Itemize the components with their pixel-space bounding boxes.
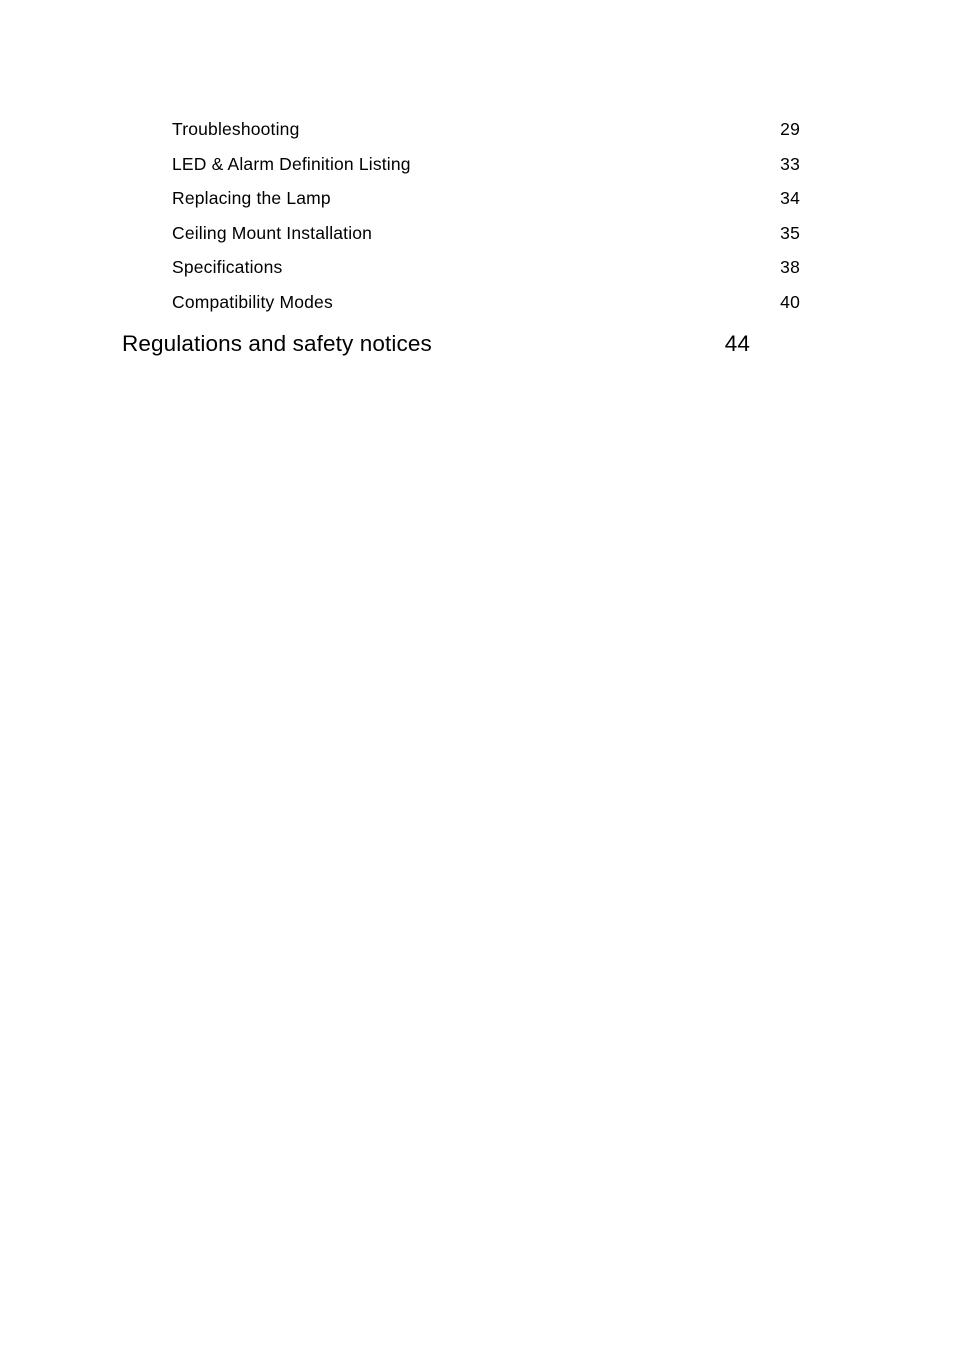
table-of-contents: Troubleshooting 29 LED & Alarm Definition … — [122, 112, 800, 361]
toc-entry-page-number: 38 — [780, 257, 800, 278]
toc-entry-page-number: 44 — [724, 330, 750, 356]
toc-entry-title: Specifications — [172, 257, 283, 278]
toc-entry[interactable]: Regulations and safety notices 44 — [122, 327, 750, 361]
toc-entry-page-number: 29 — [780, 119, 800, 139]
toc-entry-title: Replacing the Lamp — [172, 188, 331, 209]
toc-entry[interactable]: Troubleshooting 29 — [122, 112, 800, 147]
toc-entry-title: Regulations and safety notices — [122, 330, 432, 356]
document-page: Troubleshooting 29 LED & Alarm Definition … — [0, 0, 954, 1369]
toc-entry-title: Troubleshooting — [172, 119, 300, 139]
toc-entry-page-number: 40 — [780, 291, 800, 312]
toc-entry[interactable]: Ceiling Mount Installation 35 — [122, 216, 800, 251]
toc-entry[interactable]: Compatibility Modes 40 — [122, 285, 800, 320]
toc-entry[interactable]: Replacing the Lamp 34 — [122, 181, 800, 216]
toc-entry-title: Ceiling Mount Installation — [172, 222, 373, 243]
toc-entry-title: LED & Alarm Definition Listing — [172, 153, 411, 174]
toc-entry-page-number: 35 — [780, 222, 800, 243]
toc-entry-page-number: 33 — [780, 153, 800, 174]
toc-entry-page-number: 34 — [780, 188, 800, 209]
toc-entry-title: Compatibility Modes — [172, 291, 333, 312]
toc-entry[interactable]: LED & Alarm Definition Listing 33 — [122, 147, 800, 182]
toc-entry[interactable]: Specifications 38 — [122, 250, 800, 285]
